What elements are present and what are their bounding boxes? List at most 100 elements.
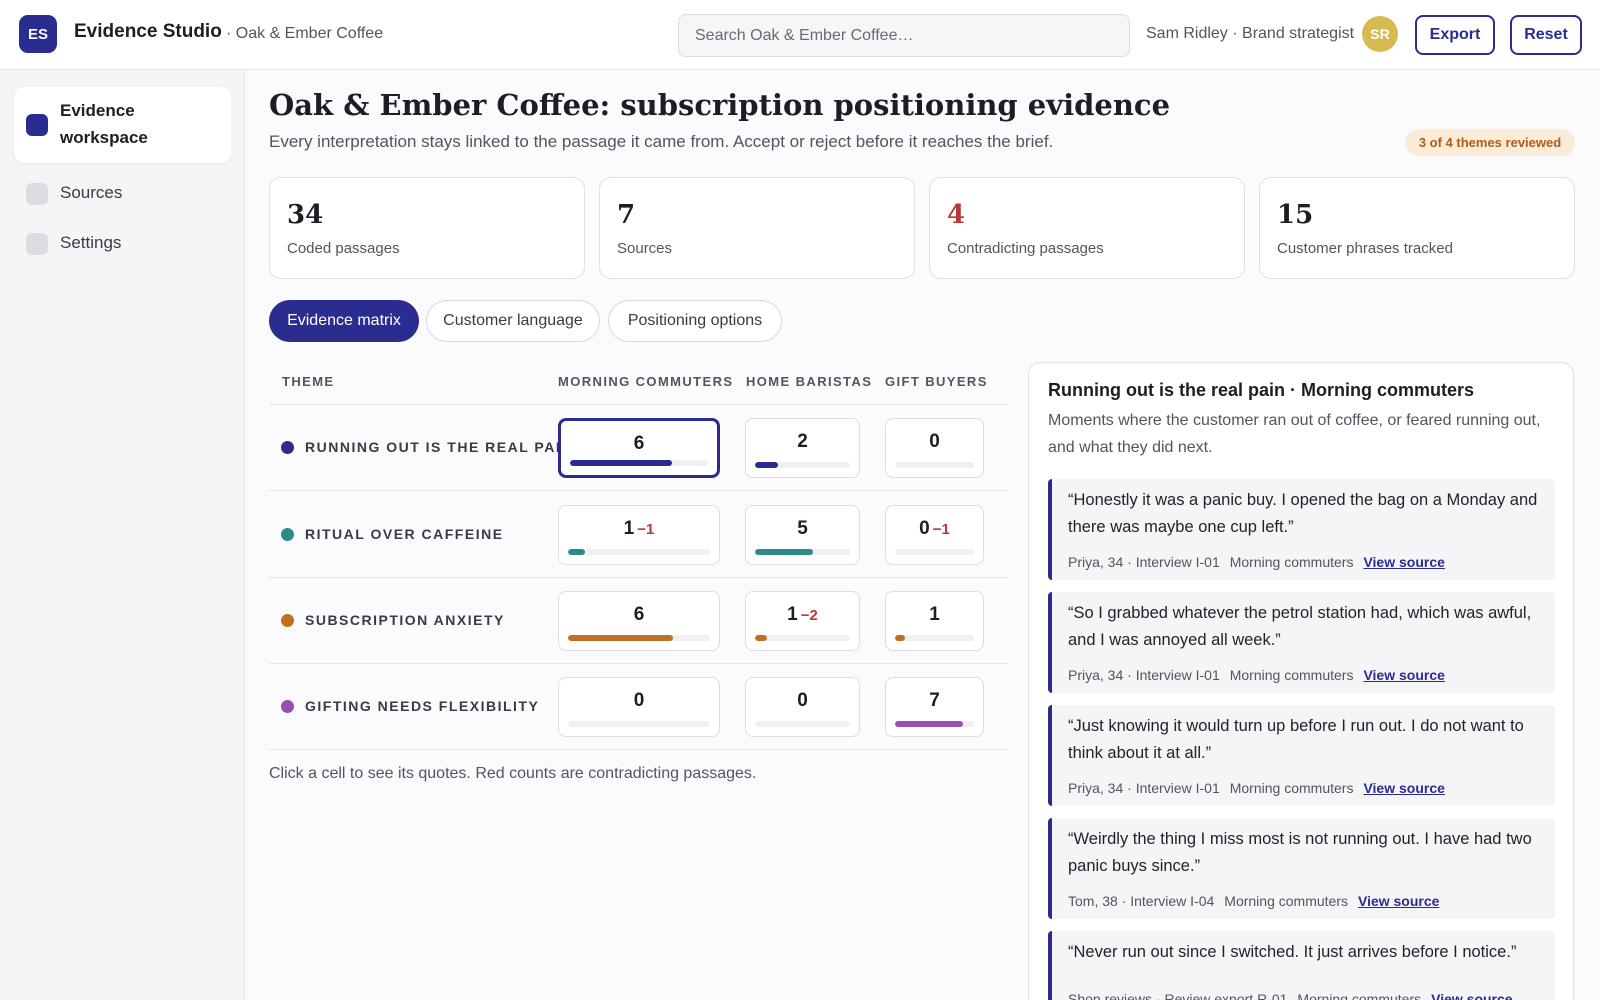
matrix-cell-running-out-gift-buyers[interactable]: 0 (885, 418, 984, 478)
tab-positioning-options[interactable]: Positioning options (608, 300, 782, 342)
theme-color-dot (281, 613, 294, 627)
quote-segment: Morning commuters (1229, 667, 1354, 683)
matrix-cell-ritual-over-caffeine-home-baristas[interactable]: 5 (745, 505, 860, 565)
count-bar-fill (755, 549, 814, 555)
review-status-badge: 3 of 4 themes reviewed (1405, 129, 1575, 156)
view-source-link[interactable]: View source (1431, 991, 1512, 1000)
passage-count: 6 (633, 433, 645, 454)
view-source-link[interactable]: View source (1358, 893, 1439, 909)
quote-segment: Morning commuters (1297, 991, 1422, 1000)
quote-meta: Priya, 34 · Interview I-01 Morning commut… (1068, 667, 1445, 683)
page-title: Oak & Ember Coffee: subscription positio… (269, 88, 1171, 122)
matrix-cell-running-out-home-baristas[interactable]: 2 (745, 418, 860, 478)
passage-count: 0 (919, 518, 930, 539)
passage-count: 1 (787, 604, 798, 625)
quote-text: “Never run out since I switched. It just… (1068, 943, 1517, 961)
reset-button[interactable]: Reset (1510, 15, 1582, 55)
theme-name: SUBSCRIPTION ANXIETY (305, 612, 505, 628)
quote-meta: Tom, 38 · Interview I-04 Morning commuter… (1068, 893, 1439, 909)
quote-card: “Weirdly the thing I miss most is not ru… (1048, 818, 1555, 919)
theme-color-dot (281, 699, 294, 713)
count-bar-fill (568, 549, 586, 555)
count-bar-fill (755, 635, 767, 641)
stat-card-sources: 7 Sources (599, 177, 915, 279)
sidebar-item-label: Settings (60, 233, 122, 252)
quote-meta: Shop reviews · Review export R-01 Morning… (1068, 991, 1513, 1000)
count-bar-fill (570, 460, 672, 466)
matrix-cell-running-out-morning-commuters[interactable]: 6 (558, 418, 720, 478)
view-source-link[interactable]: View source (1363, 554, 1444, 570)
stat-label: Contradicting passages (947, 240, 1104, 257)
quote-meta: Priya, 34 · Interview I-01 Morning commut… (1068, 554, 1445, 570)
matrix-cell-gifting-needs-flexibility-home-baristas[interactable]: 0 (745, 677, 860, 737)
divider (269, 663, 1008, 664)
stat-value: 15 (1277, 200, 1314, 230)
matrix-cell-gifting-needs-flexibility-gift-buyers[interactable]: 7 (885, 677, 984, 737)
quote-card: “Never run out since I switched. It just… (1048, 931, 1555, 1000)
matrix-cell-ritual-over-caffeine-morning-commuters[interactable]: 1 −1 (558, 505, 720, 565)
theme-color-dot (281, 440, 294, 454)
quote-text: “Weirdly the thing I miss most is not ru… (1068, 830, 1532, 875)
quote-source: Priya, 34 · Interview I-01 (1068, 554, 1220, 570)
user-name: Sam Ridley · Brand strategist (1146, 25, 1355, 42)
count-bar (568, 549, 710, 555)
view-source-link[interactable]: View source (1363, 667, 1444, 683)
passage-count: 6 (633, 604, 645, 625)
contradiction-count: −1 (637, 521, 655, 538)
stat-label: Sources (617, 240, 673, 257)
count-bar (570, 460, 708, 466)
matrix-cell-gifting-needs-flexibility-morning-commuters[interactable]: 0 (558, 677, 720, 737)
quote-segment: Morning commuters (1229, 780, 1354, 796)
sidebar-item-sources[interactable]: Sources (14, 174, 231, 214)
sidebar-item-evidence-workspace[interactable]: Evidence workspace (14, 87, 231, 163)
settings-icon (26, 233, 48, 255)
column-header-home-baristas: HOME BARISTAS (746, 374, 873, 389)
matrix-cell-subscription-anxiety-morning-commuters[interactable]: 6 (558, 591, 720, 651)
passage-count: 7 (929, 690, 940, 711)
view-source-link[interactable]: View source (1363, 780, 1444, 796)
theme-color-dot (281, 527, 294, 541)
matrix-cell-subscription-anxiety-gift-buyers[interactable]: 1 (885, 591, 984, 651)
count-bar (755, 635, 850, 641)
stat-card-coded-passages: 34 Coded passages (269, 177, 585, 279)
count-bar (755, 721, 850, 727)
tab-customer-language[interactable]: Customer language (426, 300, 600, 342)
quote-text: “Just knowing it would turn up before I … (1068, 717, 1524, 762)
count-bar (755, 462, 850, 468)
cell-count: 0 (559, 690, 719, 712)
count-bar (895, 549, 974, 555)
sidebar: Evidence workspace Sources Settings (0, 70, 245, 1000)
avatar[interactable]: SR (1362, 16, 1398, 52)
quote-card: “So I grabbed whatever the petrol statio… (1048, 592, 1555, 693)
passage-count: 2 (797, 431, 808, 452)
quote-source: Priya, 34 · Interview I-01 (1068, 667, 1220, 683)
theme-name: RUNNING OUT IS THE REAL PAIN (305, 439, 573, 455)
sources-icon (26, 183, 48, 205)
count-bar (568, 721, 710, 727)
passage-count: 5 (797, 518, 808, 539)
theme-label-subscription-anxiety: SUBSCRIPTION ANXIETY (281, 612, 505, 628)
cell-count: 0 (886, 431, 983, 453)
quote-panel: Running out is the real pain · Morning c… (1028, 362, 1574, 1000)
passage-count: 0 (797, 690, 808, 711)
app-logo: ES (19, 15, 57, 53)
matrix-cell-ritual-over-caffeine-gift-buyers[interactable]: 0 −1 (885, 505, 984, 565)
cell-count: 1 (886, 604, 983, 626)
count-bar (568, 635, 710, 641)
sidebar-item-label: Sources (60, 183, 123, 202)
theme-label-ritual-over-caffeine: RITUAL OVER CAFFEINE (281, 526, 504, 542)
count-bar-fill (895, 635, 905, 641)
search-input[interactable] (678, 14, 1130, 57)
project-name: · Oak & Ember Coffee (226, 25, 384, 42)
export-button[interactable]: Export (1415, 15, 1495, 55)
divider (269, 490, 1008, 491)
theme-label-running-out: RUNNING OUT IS THE REAL PAIN (281, 439, 573, 455)
tab-evidence-matrix[interactable]: Evidence matrix (269, 300, 419, 342)
stat-label: Coded passages (287, 240, 400, 257)
column-header-theme: THEME (282, 374, 335, 389)
sidebar-item-settings[interactable]: Settings (14, 224, 231, 264)
stat-value: 4 (947, 200, 966, 230)
column-header-morning-commuters: MORNING COMMUTERS (558, 374, 734, 389)
matrix-cell-subscription-anxiety-home-baristas[interactable]: 1 −2 (745, 591, 860, 651)
quote-segment: Morning commuters (1224, 893, 1348, 909)
